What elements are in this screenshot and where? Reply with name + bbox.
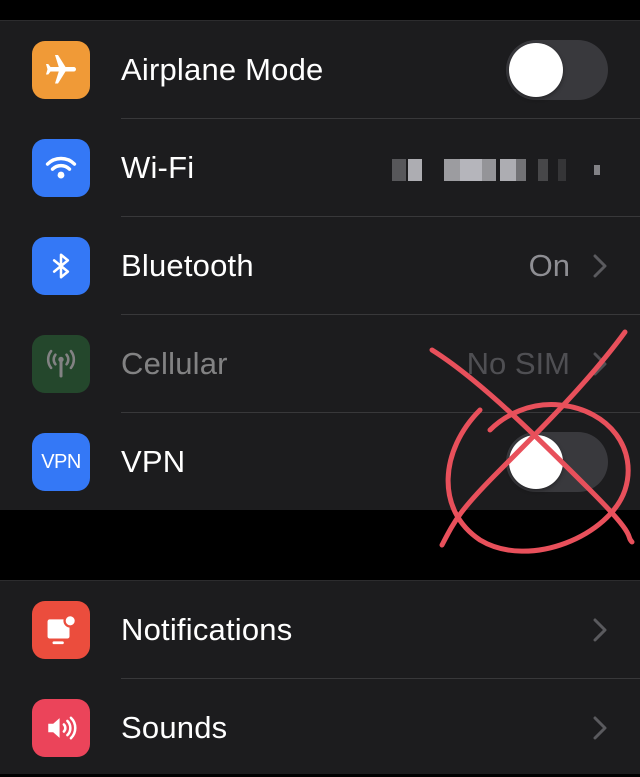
wifi-label: Wi-Fi xyxy=(121,150,195,185)
bluetooth-row[interactable]: Bluetooth On xyxy=(0,217,640,315)
notifications-label: Notifications xyxy=(121,612,293,647)
chevron-right-icon xyxy=(593,618,607,642)
cellular-label: Cellular xyxy=(121,346,228,381)
wifi-row[interactable]: Wi-Fi xyxy=(0,119,640,217)
sounds-row[interactable]: Sounds xyxy=(0,679,640,777)
toggle-knob xyxy=(509,43,563,97)
toggle-knob xyxy=(509,435,563,489)
cellular-antenna-icon xyxy=(32,335,90,393)
airplane-mode-row[interactable]: Airplane Mode xyxy=(0,21,640,119)
vpn-icon-text: VPN xyxy=(41,450,81,473)
wifi-network-name-redacted xyxy=(392,159,612,181)
speaker-icon xyxy=(32,699,90,757)
cellular-status: No SIM xyxy=(466,346,570,381)
bluetooth-status: On xyxy=(528,248,570,283)
vpn-toggle[interactable] xyxy=(506,432,608,492)
vpn-label: VPN xyxy=(121,444,186,479)
notifications-row[interactable]: Notifications xyxy=(0,581,640,679)
chevron-right-icon xyxy=(593,352,607,376)
network-settings-group: Airplane Mode Wi-Fi Bluetooth On Cellula… xyxy=(0,20,640,510)
wifi-icon xyxy=(32,139,90,197)
airplane-icon xyxy=(32,41,90,99)
bell-icon xyxy=(32,601,90,659)
bluetooth-label: Bluetooth xyxy=(121,248,254,283)
sounds-label: Sounds xyxy=(121,710,228,745)
vpn-icon: VPN xyxy=(32,433,90,491)
bluetooth-icon xyxy=(32,237,90,295)
airplane-mode-label: Airplane Mode xyxy=(121,52,324,87)
cellular-row[interactable]: Cellular No SIM xyxy=(0,315,640,413)
system-settings-group: Notifications Sounds xyxy=(0,580,640,774)
chevron-right-icon xyxy=(593,254,607,278)
vpn-row[interactable]: VPN VPN xyxy=(0,413,640,511)
chevron-right-icon xyxy=(593,716,607,740)
airplane-mode-toggle[interactable] xyxy=(506,40,608,100)
